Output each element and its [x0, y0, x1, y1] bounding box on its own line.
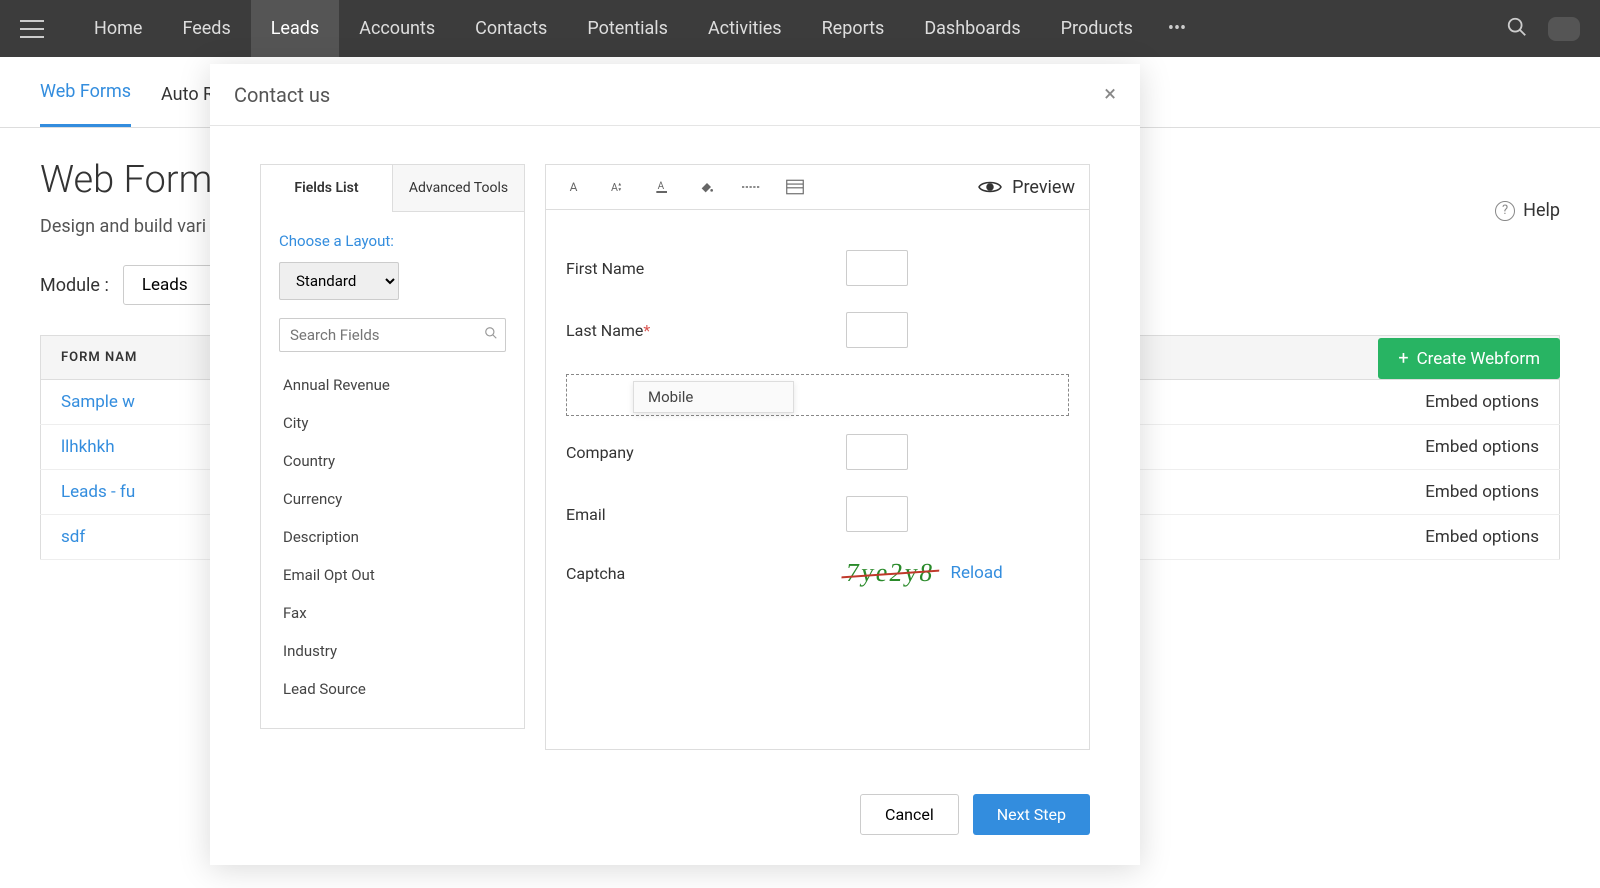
preview-label: Preview [1012, 177, 1075, 198]
modal-title: Contact us [234, 83, 330, 107]
eye-icon [978, 179, 1002, 195]
nav-products[interactable]: Products [1041, 0, 1153, 57]
create-btn-label: Create Webform [1417, 349, 1540, 369]
search-fields-input[interactable] [279, 318, 506, 352]
next-step-button[interactable]: Next Step [973, 794, 1090, 835]
modal-body: Fields List Advanced Tools Choose a Layo… [210, 126, 1140, 770]
svg-text:A: A [611, 181, 618, 194]
field-fax[interactable]: Fax [279, 594, 506, 632]
search-icon[interactable] [1506, 16, 1528, 42]
module-label: Module : [40, 275, 109, 296]
reload-captcha[interactable]: Reload [951, 563, 1003, 583]
fields-panel: Fields List Advanced Tools Choose a Layo… [260, 164, 525, 750]
svg-text:▾: ▾ [618, 187, 621, 193]
input-email[interactable] [846, 496, 908, 532]
modal-header: Contact us × [210, 64, 1140, 126]
format-toolbar: A A▴▾ A Preview [545, 164, 1090, 210]
nav-home[interactable]: Home [74, 0, 162, 57]
layout-label: Choose a Layout: [279, 232, 506, 250]
gamepad-icon[interactable] [1548, 17, 1580, 41]
close-icon[interactable]: × [1104, 82, 1116, 107]
search-icon[interactable] [484, 325, 498, 344]
drop-zone[interactable]: Mobile [566, 374, 1069, 416]
field-email-opt-out[interactable]: Email Opt Out [279, 556, 506, 594]
form-bg-icon[interactable] [780, 173, 810, 201]
hamburger-menu-icon[interactable] [20, 20, 44, 38]
nav-activities[interactable]: Activities [688, 0, 802, 57]
nav-accounts[interactable]: Accounts [339, 0, 455, 57]
nav-leads[interactable]: Leads [251, 0, 339, 57]
row-company: Company [566, 434, 1069, 470]
field-country[interactable]: Country [279, 442, 506, 480]
svg-text:A: A [658, 181, 665, 192]
font-size-icon[interactable]: A▴▾ [604, 173, 634, 201]
tab-fields-list[interactable]: Fields List [261, 165, 393, 212]
field-list: Annual Revenue City Country Currency Des… [279, 366, 506, 708]
tab-auto[interactable]: Auto R [161, 62, 214, 127]
field-description[interactable]: Description [279, 518, 506, 556]
nav-items: Home Feeds Leads Accounts Contacts Poten… [74, 0, 1201, 57]
form-builder: A A▴▾ A Preview First Name Last Name* [545, 164, 1090, 750]
bg-color-icon[interactable] [692, 173, 722, 201]
topbar-right [1506, 16, 1580, 42]
field-tabs: Fields List Advanced Tools [260, 164, 525, 212]
row-first-name: First Name [566, 250, 1069, 286]
tab-web-forms[interactable]: Web Forms [40, 59, 131, 127]
label-company: Company [566, 443, 846, 462]
nav-potentials[interactable]: Potentials [567, 0, 688, 57]
field-currency[interactable]: Currency [279, 480, 506, 518]
captcha-image: 7ye2y8 [844, 558, 937, 588]
nav-dashboards[interactable]: Dashboards [904, 0, 1040, 57]
tab-advanced-tools[interactable]: Advanced Tools [393, 165, 524, 212]
label-last-name: Last Name* [566, 321, 846, 340]
font-family-icon[interactable]: A [560, 173, 590, 201]
input-company[interactable] [846, 434, 908, 470]
modal-footer: Cancel Next Step [210, 770, 1140, 865]
row-email: Email [566, 496, 1069, 532]
layout-select[interactable]: Standard [279, 262, 399, 300]
nav-feeds[interactable]: Feeds [162, 0, 250, 57]
nav-reports[interactable]: Reports [802, 0, 905, 57]
drag-ghost-mobile[interactable]: Mobile [633, 381, 794, 413]
contact-us-modal: Contact us × Fields List Advanced Tools … [210, 64, 1140, 865]
row-last-name: Last Name* [566, 312, 1069, 348]
hr-icon[interactable] [736, 173, 766, 201]
field-city[interactable]: City [279, 404, 506, 442]
help-label: Help [1523, 200, 1560, 221]
svg-text:A: A [570, 180, 578, 194]
nav-contacts[interactable]: Contacts [455, 0, 567, 57]
topbar: Home Feeds Leads Accounts Contacts Poten… [0, 0, 1600, 57]
cancel-button[interactable]: Cancel [860, 794, 959, 835]
create-webform-button[interactable]: + Create Webform [1378, 338, 1560, 379]
field-industry[interactable]: Industry [279, 632, 506, 670]
preview-button[interactable]: Preview [978, 177, 1075, 198]
fields-panel-inner: Choose a Layout: Standard Annual Revenue… [260, 212, 525, 729]
label-captcha: Captcha [566, 564, 846, 583]
input-last-name[interactable] [846, 312, 908, 348]
field-annual-revenue[interactable]: Annual Revenue [279, 366, 506, 404]
help-link[interactable]: ? Help [1495, 200, 1560, 221]
input-first-name[interactable] [846, 250, 908, 286]
font-color-icon[interactable]: A [648, 173, 678, 201]
form-canvas[interactable]: First Name Last Name* Mobile Company Ema… [545, 210, 1090, 750]
help-icon: ? [1495, 201, 1515, 221]
nav-more[interactable]: ••• [1153, 0, 1201, 57]
label-email: Email [566, 505, 846, 524]
field-lead-source[interactable]: Lead Source [279, 670, 506, 708]
label-first-name: First Name [566, 259, 846, 278]
search-fields-wrapper [279, 318, 506, 352]
row-captcha: Captcha 7ye2y8 Reload [566, 558, 1069, 588]
plus-icon: + [1398, 348, 1408, 369]
